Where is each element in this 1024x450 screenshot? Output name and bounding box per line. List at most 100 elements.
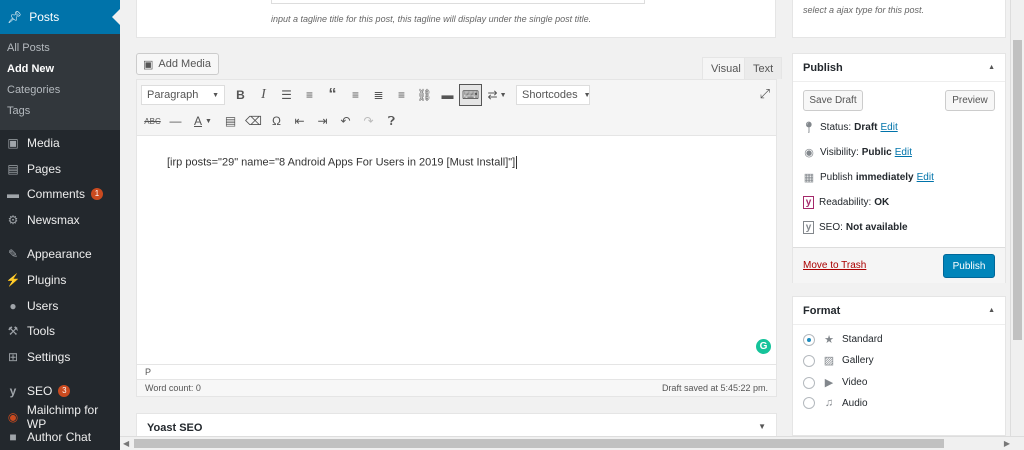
- seo-value: Not available: [845, 222, 908, 233]
- wrench-icon: ⚒: [7, 324, 19, 339]
- sidebar-item-media[interactable]: ▣ Media: [0, 130, 120, 156]
- format-option-label: Standard: [842, 334, 883, 345]
- submenu-all-posts[interactable]: All Posts: [0, 38, 120, 59]
- preview-button[interactable]: Preview: [945, 90, 995, 111]
- submenu-add-new[interactable]: Add New: [0, 59, 120, 80]
- horizontal-scrollbar[interactable]: ◀ ▶: [120, 436, 1024, 450]
- editor-status-bar: Word count: 0 Draft saved at 5:45:22 pm.: [137, 379, 776, 396]
- tab-text[interactable]: Text: [744, 57, 783, 79]
- sidebar-item-posts[interactable]: 📌︎ Posts: [0, 0, 120, 34]
- sidebar-item-label: Settings: [27, 350, 71, 365]
- align-left-icon[interactable]: ≡: [344, 84, 367, 106]
- grammarly-icon[interactable]: G: [756, 339, 771, 354]
- scrollbar-thumb[interactable]: [1013, 40, 1022, 340]
- toolbar-toggle-icon[interactable]: ⌨: [459, 84, 482, 106]
- pin-icon: ★: [824, 334, 834, 346]
- numbered-list-icon[interactable]: ≡: [298, 84, 321, 106]
- sidebar-item-appearance[interactable]: ✎ Appearance: [0, 241, 120, 267]
- undo-icon[interactable]: ↶: [334, 110, 357, 132]
- outdent-icon[interactable]: ⇤: [288, 110, 311, 132]
- text-color-icon[interactable]: A ▼: [187, 110, 219, 132]
- sidebar-item-newsmax[interactable]: ⚙ Newsmax: [0, 207, 120, 233]
- yoast-readability-icon: y: [803, 196, 814, 209]
- gallery-icon: ▨: [823, 355, 835, 367]
- format-option-standard[interactable]: ★ Standard: [803, 333, 883, 346]
- sidebar-item-seo[interactable]: y SEO 3: [0, 378, 120, 404]
- scrollbar-thumb[interactable]: [134, 439, 944, 448]
- special-character-icon[interactable]: Ω: [265, 110, 288, 132]
- main-content: input a tagline title for this post, thi…: [120, 0, 784, 450]
- fullscreen-icon[interactable]: ⤢: [760, 86, 770, 102]
- seo-row: y SEO: Not available: [803, 221, 908, 234]
- editor-toolbar: Paragraph ▼ B I ☰ ≡ “ ≡ ≣ ≡ ⛓ ▬ ⌨ ⇄ ▼ Sho…: [137, 80, 776, 136]
- paragraph-format-select[interactable]: Paragraph ▼: [141, 85, 225, 105]
- visibility-value: Public: [861, 147, 892, 158]
- sidebar-item-plugins[interactable]: ⚡ Plugins: [0, 267, 120, 293]
- publish-metabox: Publish ▲ Save Draft Preview 📍︎ Status: …: [792, 53, 1006, 283]
- radio-button[interactable]: [803, 397, 815, 409]
- word-count: Word count: 0: [145, 383, 201, 393]
- vertical-scrollbar[interactable]: [1010, 0, 1024, 436]
- sidebar-item-pages[interactable]: ▤ Pages: [0, 156, 120, 182]
- collapse-toggle-icon[interactable]: ▲: [988, 64, 995, 71]
- align-center-icon[interactable]: ≣: [367, 84, 390, 106]
- schedule-value: immediately: [855, 172, 914, 183]
- blockquote-icon[interactable]: “: [321, 84, 344, 106]
- format-header[interactable]: Format ▲: [793, 297, 1005, 325]
- horizontal-line-icon[interactable]: —: [164, 110, 187, 132]
- collapse-toggle-icon[interactable]: ▲: [988, 307, 995, 314]
- format-option-video[interactable]: ▶ Video: [803, 376, 867, 389]
- format-option-audio[interactable]: ♫ Audio: [803, 397, 868, 409]
- tagline-metabox: input a tagline title for this post, thi…: [136, 0, 776, 38]
- sidebar-item-author-chat[interactable]: ■ Author Chat: [0, 430, 120, 444]
- sidebar-item-label: Users: [27, 298, 59, 313]
- help-icon[interactable]: ❓︎: [380, 110, 403, 132]
- scroll-left-arrow-icon[interactable]: ◀: [123, 439, 129, 448]
- link-icon[interactable]: ⛓: [413, 84, 436, 106]
- sidebar-item-comments[interactable]: ▬ Comments 1: [0, 182, 120, 208]
- edit-status-link[interactable]: Edit: [880, 122, 897, 133]
- radio-button[interactable]: [803, 376, 815, 389]
- sidebar-item-users[interactable]: ● Users: [0, 293, 120, 319]
- read-more-icon[interactable]: ▬: [436, 84, 459, 106]
- move-to-trash-link[interactable]: Move to Trash: [803, 260, 866, 271]
- draft-saved-status: Draft saved at 5:45:22 pm.: [661, 383, 768, 393]
- scroll-right-arrow-icon[interactable]: ▶: [1004, 439, 1010, 448]
- edit-visibility-link[interactable]: Edit: [895, 147, 912, 158]
- indent-icon[interactable]: ⇥: [311, 110, 334, 132]
- edit-schedule-link[interactable]: Edit: [917, 172, 934, 183]
- editor-content-area[interactable]: [irp posts="29" name="8 Android Apps For…: [137, 136, 776, 364]
- publish-header[interactable]: Publish ▲: [793, 54, 1005, 82]
- strikethrough-icon[interactable]: ABC: [141, 110, 164, 132]
- sidebar-item-mailchimp[interactable]: ◉ Mailchimp for WP: [0, 403, 120, 431]
- shortcodes-label: Shortcodes: [522, 89, 578, 101]
- paste-text-icon[interactable]: ▤: [219, 110, 242, 132]
- bold-icon[interactable]: B: [229, 84, 252, 106]
- radio-button[interactable]: [803, 354, 815, 367]
- clear-formatting-icon[interactable]: ⌫: [242, 110, 265, 132]
- italic-icon[interactable]: I: [252, 84, 275, 106]
- add-media-button[interactable]: ▣ Add Media: [136, 53, 219, 75]
- publish-button[interactable]: Publish: [943, 254, 995, 278]
- tagline-input[interactable]: [271, 0, 645, 4]
- align-right-icon[interactable]: ≡: [390, 84, 413, 106]
- redo-icon[interactable]: ↷: [357, 110, 380, 132]
- comments-count-badge: 1: [91, 188, 104, 201]
- bullet-list-icon[interactable]: ☰: [275, 84, 298, 106]
- sidebar-item-label: Pages: [27, 161, 62, 176]
- format-option-gallery[interactable]: ▨ Gallery: [803, 354, 874, 367]
- post-status-row: 📍︎ Status: Draft Edit: [802, 121, 898, 134]
- status-label: Status:: [820, 122, 852, 133]
- save-draft-button[interactable]: Save Draft: [803, 90, 863, 111]
- shortcodes-dropdown[interactable]: Shortcodes ▼: [516, 85, 591, 105]
- tab-visual[interactable]: Visual: [702, 57, 750, 79]
- submenu-categories[interactable]: Categories: [0, 80, 120, 101]
- submenu-tags[interactable]: Tags: [0, 101, 120, 122]
- ajax-type-description: select a ajax type for this post.: [803, 5, 925, 15]
- shortcode-insert-icon[interactable]: ⇄ ▼: [482, 84, 512, 106]
- sidebar-item-label: Comments: [27, 187, 86, 202]
- sidebar-item-settings[interactable]: ⊞ Settings: [0, 344, 120, 370]
- chat-icon: ■: [9, 429, 17, 444]
- radio-button[interactable]: [803, 333, 815, 346]
- sidebar-item-tools[interactable]: ⚒ Tools: [0, 319, 120, 345]
